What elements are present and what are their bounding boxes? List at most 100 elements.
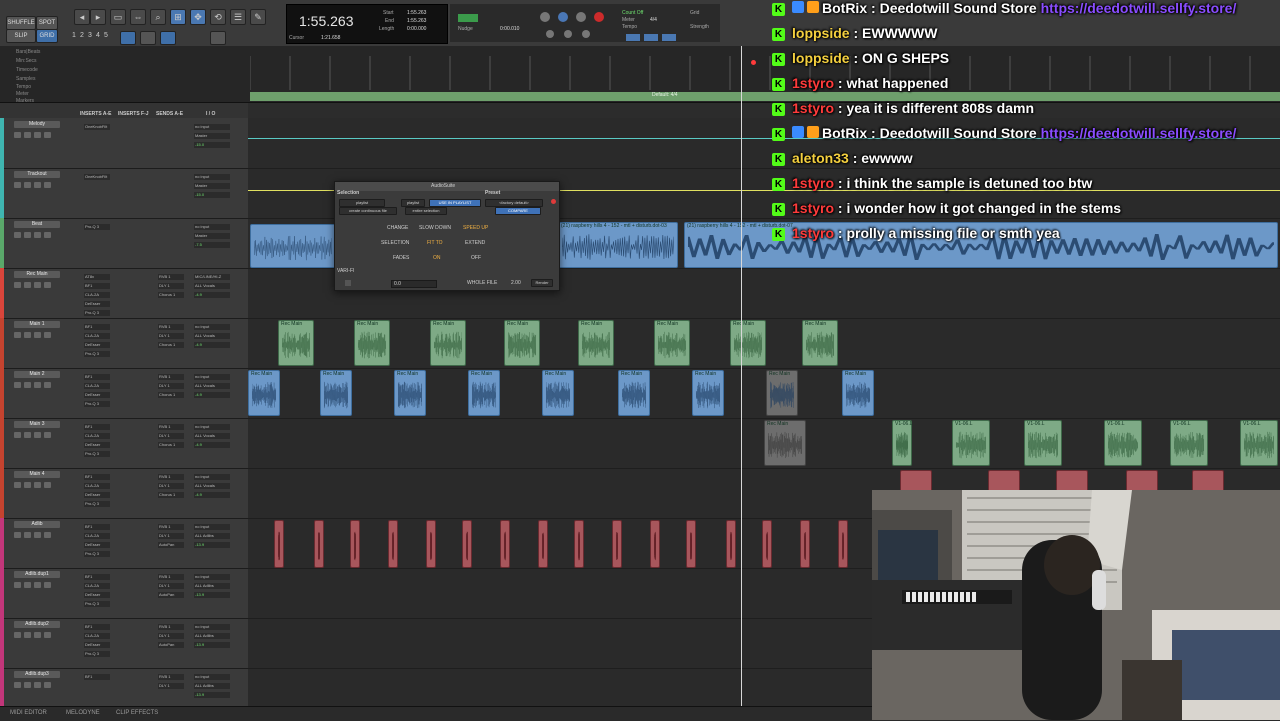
insert-slot[interactable]: DeEsser xyxy=(84,492,110,498)
compare-button[interactable]: COMPARE xyxy=(495,207,541,215)
playlist-button[interactable]: playlist xyxy=(401,199,425,207)
track-header[interactable]: Beat Pro-Q 3 no input Master -7.5 xyxy=(0,218,248,269)
audio-clip[interactable] xyxy=(388,520,398,568)
input-monitor-icon[interactable] xyxy=(24,232,31,238)
audio-clip[interactable] xyxy=(612,520,622,568)
audio-clip[interactable]: Rec Main xyxy=(730,320,766,366)
audio-clip[interactable] xyxy=(250,224,336,268)
insert-slot[interactable]: Pro-Q 3 xyxy=(84,601,110,607)
track-header[interactable]: Rec Main AT8x BF1 CLA-2A DeEsser Pro-Q 3 RVB… xyxy=(0,268,248,319)
send-slot[interactable]: DLY 1 xyxy=(158,383,184,389)
insert-slot[interactable]: Pro-Q 3 xyxy=(84,501,110,507)
mute-icon[interactable] xyxy=(44,132,51,138)
track-name[interactable]: Adlib xyxy=(14,521,60,528)
solo-icon[interactable] xyxy=(34,382,41,388)
send-slot[interactable]: Chorus 1 xyxy=(158,392,184,398)
insert-slot[interactable]: BF1 xyxy=(84,674,110,680)
input-monitor-icon[interactable] xyxy=(24,682,31,688)
audio-clip[interactable]: V1-06.L xyxy=(1240,420,1278,466)
mute-icon[interactable] xyxy=(44,232,51,238)
send-slot[interactable]: AutoPan xyxy=(158,542,184,548)
smart-tool-icon[interactable]: ⟲ xyxy=(210,9,226,25)
audio-clip[interactable] xyxy=(500,520,510,568)
input-monitor-icon[interactable] xyxy=(24,632,31,638)
mute-icon[interactable] xyxy=(44,632,51,638)
solo-icon[interactable] xyxy=(34,582,41,588)
insert-slot[interactable]: Pro-Q 3 xyxy=(84,651,110,657)
audio-clip[interactable]: Rec Main xyxy=(430,320,466,366)
output-selector[interactable]: ALL Adlibs xyxy=(194,583,230,589)
audio-clip[interactable]: V1-06.L xyxy=(1024,420,1062,466)
track-header[interactable]: Main 4 BF1 CLA-2A DeEsser Pro-Q 3 RVB 1 DLY … xyxy=(0,468,248,519)
audio-clip[interactable] xyxy=(350,520,360,568)
record-enable-icon[interactable] xyxy=(14,382,21,388)
send-slot[interactable]: DLY 1 xyxy=(158,683,184,689)
send-slot[interactable]: DLY 1 xyxy=(158,583,184,589)
pencil-tool-icon[interactable]: ✎ xyxy=(250,9,266,25)
insert-slot[interactable]: CLA-2A xyxy=(84,433,110,439)
mute-icon[interactable] xyxy=(44,382,51,388)
insert-slot[interactable]: DeEsser xyxy=(84,542,110,548)
solo-icon[interactable] xyxy=(34,332,41,338)
chat-username[interactable]: 1styro xyxy=(792,225,834,241)
record-enable-icon[interactable] xyxy=(14,332,21,338)
record-enable-icon[interactable] xyxy=(14,232,21,238)
slow-down-option[interactable]: SLOW DOWN xyxy=(419,225,451,231)
track-name[interactable]: Rec Main xyxy=(14,271,60,278)
audio-clip[interactable] xyxy=(274,520,284,568)
input-monitor-icon[interactable] xyxy=(24,182,31,188)
track-name[interactable]: Adlib.dup1 xyxy=(14,571,60,578)
chat-username[interactable]: loppside xyxy=(792,25,850,41)
online-icon[interactable] xyxy=(540,12,550,22)
volume-value[interactable]: -13.9 xyxy=(194,642,230,648)
chat-username[interactable]: 1styro xyxy=(792,200,834,216)
insert-slot[interactable]: CLA-2A xyxy=(84,383,110,389)
track-header[interactable]: Trackout OneKnobFilt no input Master -15.0 xyxy=(0,168,248,219)
shuffle-mode-button[interactable]: SHUFFLE xyxy=(6,16,36,30)
audio-clip[interactable]: V1-06.L xyxy=(1104,420,1142,466)
send-slot[interactable]: RVB 1 xyxy=(158,474,184,480)
input-monitor-icon[interactable] xyxy=(24,432,31,438)
spot-mode-button[interactable]: SPOT xyxy=(36,16,58,30)
send-slot[interactable]: RVB 1 xyxy=(158,574,184,580)
output-selector[interactable]: ALL Adlibs xyxy=(194,533,230,539)
insert-slot[interactable]: Pro-Q 3 xyxy=(84,224,110,230)
mute-icon[interactable] xyxy=(44,482,51,488)
solo-icon[interactable] xyxy=(34,532,41,538)
handle-value[interactable]: 2.00 xyxy=(511,280,521,286)
send-slot[interactable]: Chorus 1 xyxy=(158,442,184,448)
mute-icon[interactable] xyxy=(44,182,51,188)
insert-slot[interactable]: DeEsser xyxy=(84,642,110,648)
audio-clip[interactable]: Rec Main xyxy=(842,370,874,416)
close-icon[interactable] xyxy=(551,199,556,204)
insert-slot[interactable]: Pro-Q 3 xyxy=(84,551,110,557)
zoom-preset-5[interactable]: 5 xyxy=(104,32,108,39)
track-header[interactable]: Adlib.dup1 BF1 CLA-2A DeEsser Pro-Q 3 RVB 1… xyxy=(0,568,248,619)
output-selector[interactable]: ALL Adlibs xyxy=(194,683,230,689)
tab-to-transient-icon[interactable] xyxy=(120,31,136,45)
input-selector[interactable]: no input xyxy=(194,524,230,530)
stop-icon[interactable] xyxy=(558,12,568,22)
audio-clip[interactable] xyxy=(762,520,772,568)
audio-clip[interactable]: Rec Main xyxy=(764,420,806,466)
volume-value[interactable]: -13.9 xyxy=(194,592,230,598)
track-header[interactable]: Melody OneKnobFilt no input Master -15.0 xyxy=(0,118,248,169)
track-name[interactable]: Adlib.dup2 xyxy=(14,621,60,628)
send-slot[interactable]: RVB 1 xyxy=(158,374,184,380)
selector-tool-icon[interactable]: ⊞ xyxy=(170,9,186,25)
insert-slot[interactable]: BF1 xyxy=(84,574,110,580)
fit-to-option[interactable]: FIT TO xyxy=(427,240,443,246)
link-track-icon[interactable] xyxy=(160,31,176,45)
speed-up-option[interactable]: SPEED UP xyxy=(463,225,488,231)
insert-slot[interactable]: AT8x xyxy=(84,274,110,280)
solo-icon[interactable] xyxy=(34,482,41,488)
send-slot[interactable]: DLY 1 xyxy=(158,533,184,539)
volume-value[interactable]: -13.9 xyxy=(194,542,230,548)
send-slot[interactable]: DLY 1 xyxy=(158,333,184,339)
nudge-value[interactable]: 0:00.010 xyxy=(500,26,519,32)
nudge-icon[interactable] xyxy=(458,14,478,22)
insert-slot[interactable]: OneKnobFilt xyxy=(84,174,110,180)
insert-slot[interactable]: DeEsser xyxy=(84,301,110,307)
zoom-out-icon[interactable]: ◂ xyxy=(74,9,90,25)
audio-clip[interactable]: V1-06.L xyxy=(952,420,990,466)
